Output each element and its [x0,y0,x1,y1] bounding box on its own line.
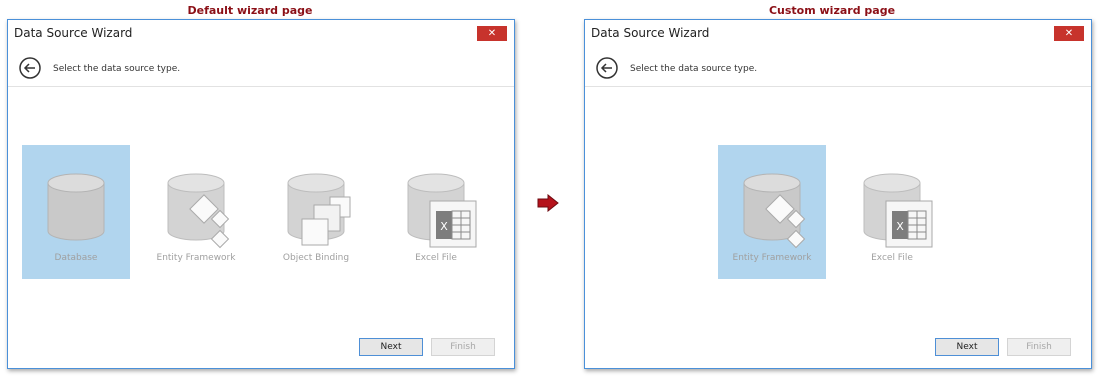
entity-framework-icon [167,173,230,249]
entity-framework-icon [743,173,806,249]
window-title: Data Source Wizard [591,26,710,40]
next-button[interactable]: Next [935,338,999,356]
wizard-window-custom: Data Source Wizard ✕ Select the data sou… [584,19,1092,369]
wizard-window-default: Data Source Wizard ✕ Select the data sou… [7,19,515,369]
svg-text:X: X [440,220,448,233]
back-arrow-icon[interactable] [18,56,42,80]
tile-excel-file[interactable]: X Excel File [382,145,490,279]
tile-entity-framework[interactable]: Entity Framework [718,145,826,279]
tile-label: Object Binding [282,253,350,263]
close-button[interactable]: ✕ [1054,26,1084,41]
title-bar: Data Source Wizard ✕ [8,20,514,46]
tile-object-binding[interactable]: Object Binding [262,145,370,279]
right-caption: Custom wizard page [768,4,896,17]
close-button[interactable]: ✕ [477,26,507,41]
tile-label: Entity Framework [156,253,236,263]
database-icon [47,173,105,241]
left-caption: Default wizard page [187,4,313,17]
wizard-header: Select the data source type. [8,50,514,87]
tile-label: Database [54,253,98,263]
header-text: Select the data source type. [630,64,758,74]
wizard-header: Select the data source type. [585,50,1091,87]
next-button[interactable]: Next [359,338,423,356]
tile-database[interactable]: Database [22,145,130,279]
header-text: Select the data source type. [53,64,181,74]
svg-text:X: X [896,220,904,233]
tile-entity-framework[interactable]: Entity Framework [142,145,250,279]
excel-file-icon: X [863,173,933,248]
tile-label: Entity Framework [732,253,812,263]
excel-file-icon: X [407,173,477,248]
tile-excel-file[interactable]: X Excel File [838,145,946,279]
finish-button[interactable]: Finish [431,338,495,356]
window-title: Data Source Wizard [14,26,133,40]
tile-label: Excel File [871,253,913,263]
finish-button[interactable]: Finish [1007,338,1071,356]
object-binding-icon [287,173,351,246]
title-bar: Data Source Wizard ✕ [585,20,1091,46]
tile-label: Excel File [415,253,457,263]
back-arrow-icon[interactable] [595,56,619,80]
arrow-right-icon [537,194,559,212]
